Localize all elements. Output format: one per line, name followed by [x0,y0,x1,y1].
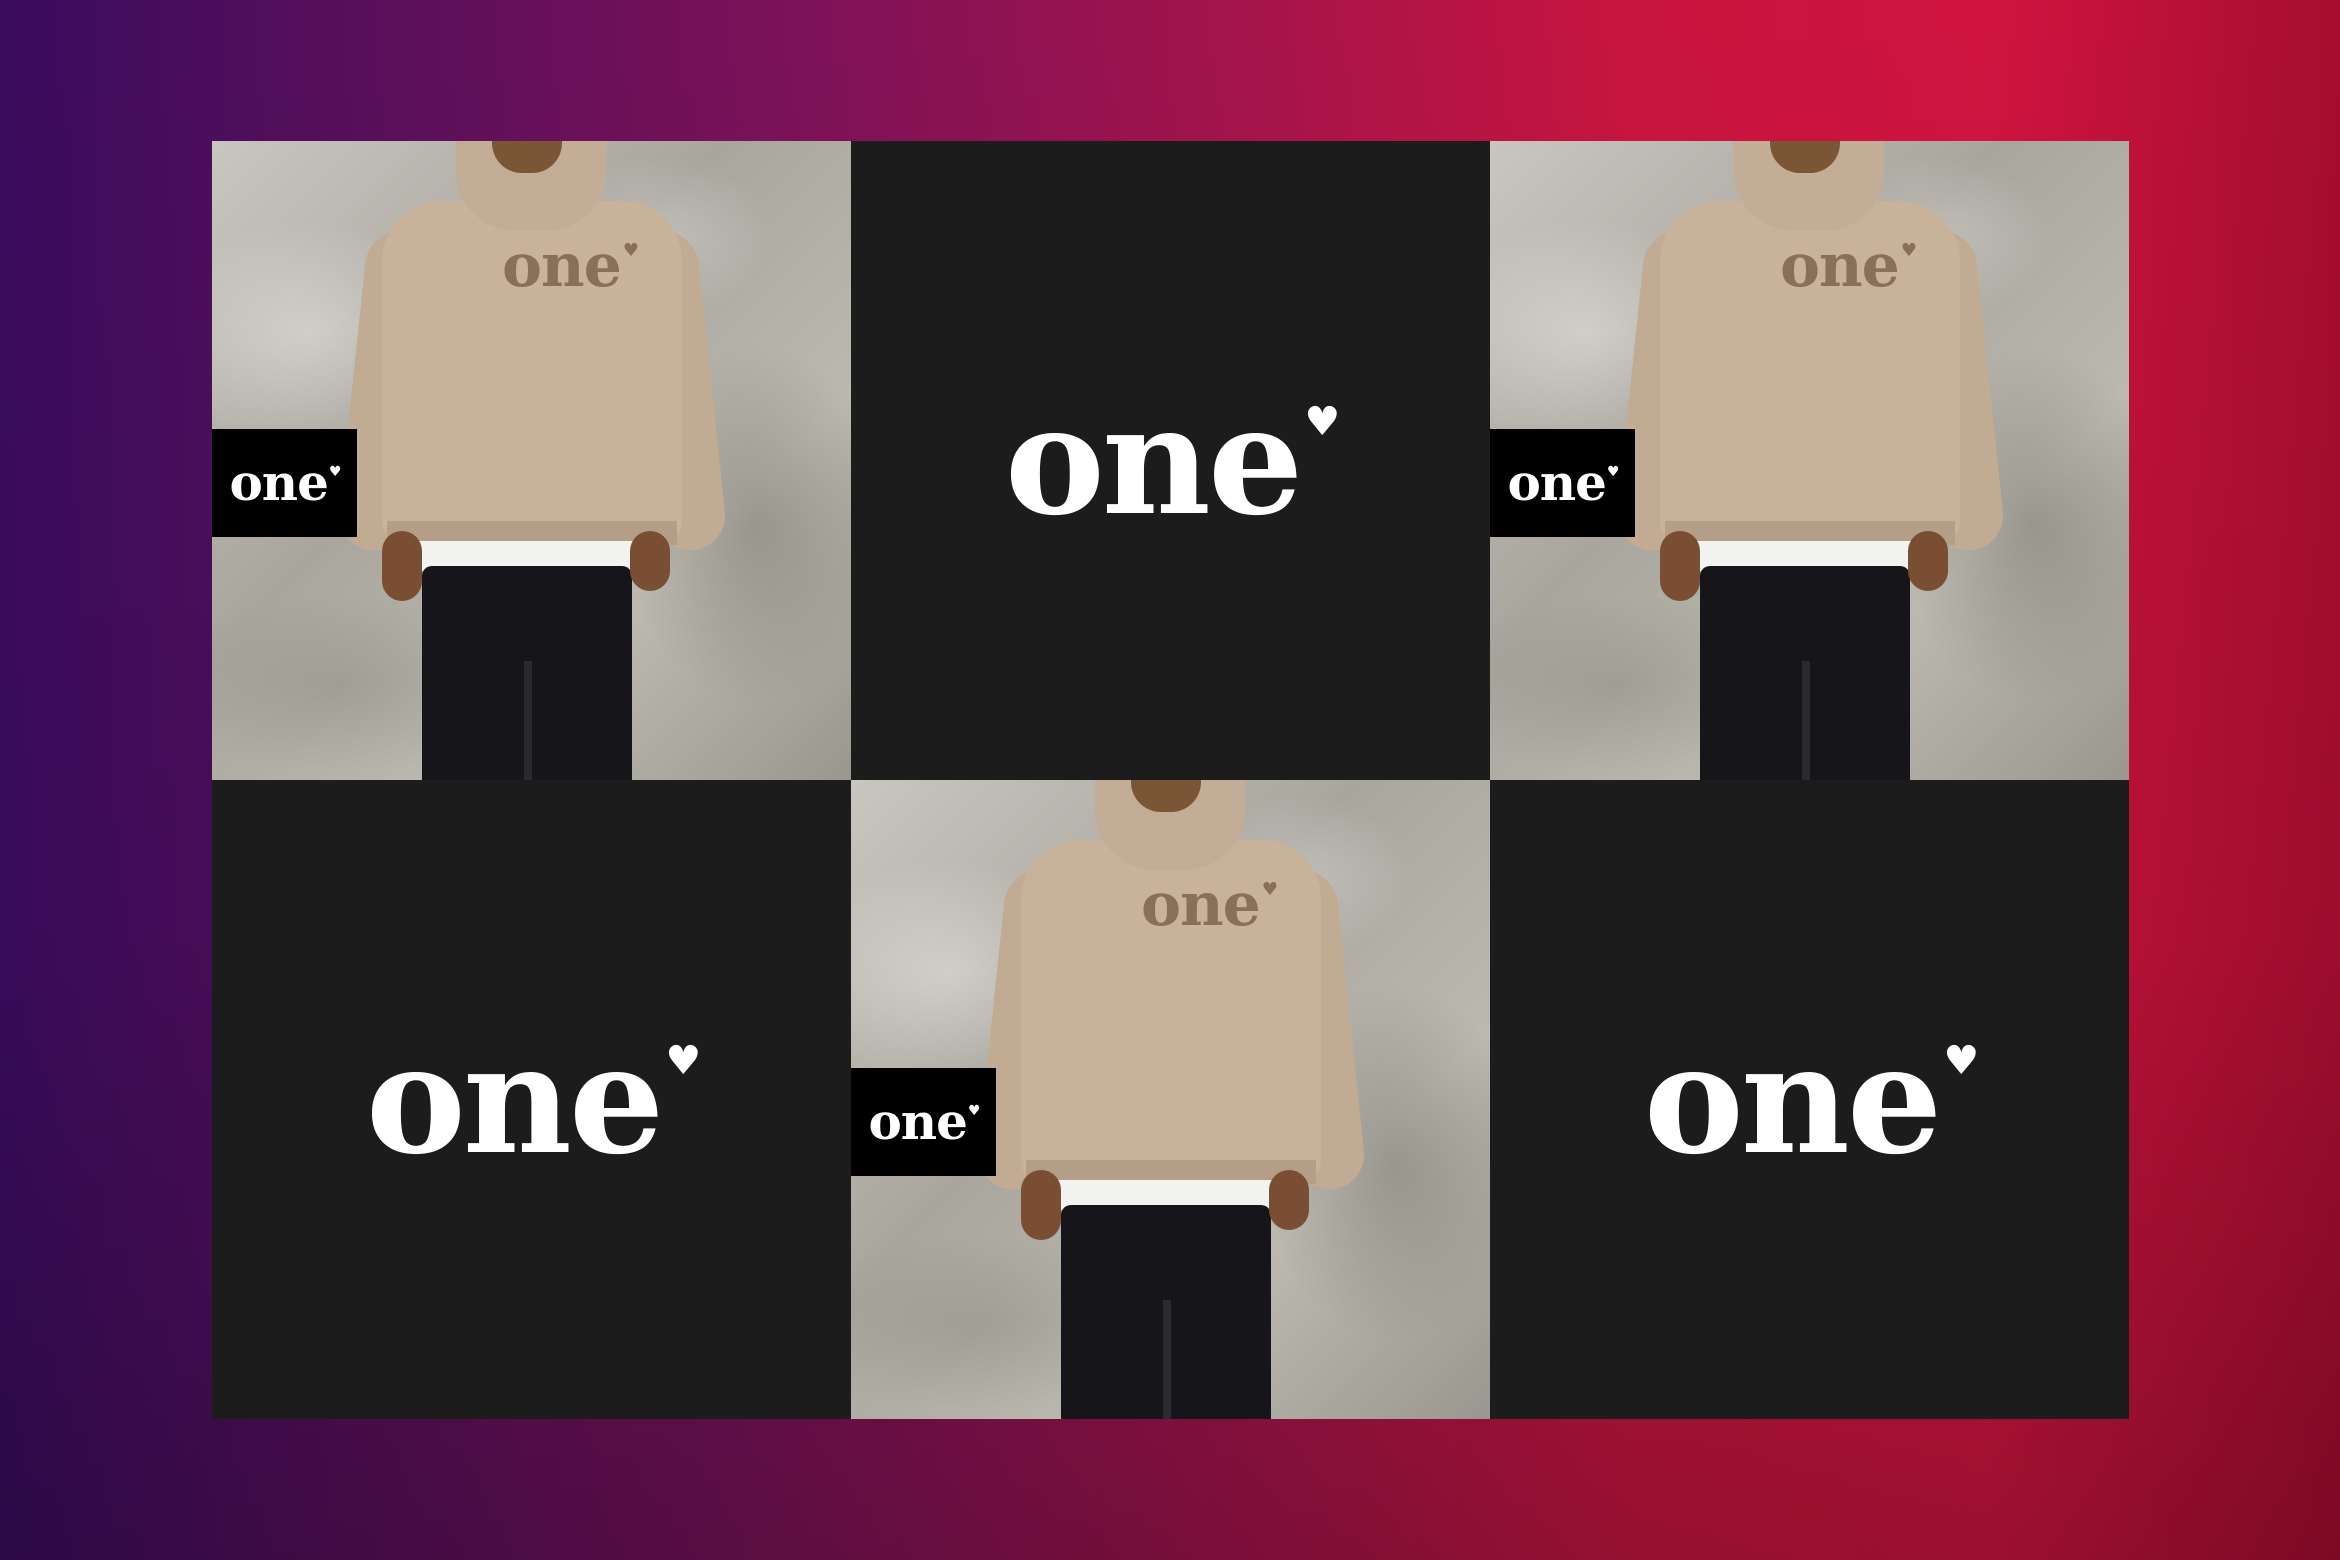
brand-wordmark: one ♥ [1005,386,1340,536]
badge-wordmark: one♥ [868,1097,981,1147]
pants-seam [1802,661,1810,780]
heart-icon: ♥ [665,1036,702,1084]
photo-tile-1: one ♥ one♥ [212,141,851,780]
chest-logo-text: one [1141,870,1261,940]
badge-wordmark: one♥ [1507,458,1620,508]
badge-wordmark: one♥ [229,458,342,508]
wordmark-text: one [1004,372,1304,549]
photo-tile-3: one ♥ one♥ [851,780,1490,1419]
brand-wordmark: one ♥ [366,1025,701,1175]
heart-icon: ♥ [1900,240,1917,261]
chest-logo-text: one [502,231,622,301]
heart-icon: ♥ [328,464,342,480]
chest-logo: one ♥ [502,236,639,296]
brand-wordmark: one ♥ [1644,1025,1979,1175]
left-hand [1660,531,1700,601]
badge-text: one [868,1092,968,1151]
logo-badge: one♥ [851,1068,996,1176]
chest-logo-text: one [1780,231,1900,301]
left-hand [382,531,422,601]
wordmark-text: one [1643,1011,1943,1188]
pants-seam [524,661,532,780]
logo-badge: one♥ [212,429,357,537]
chest-logo: one ♥ [1141,875,1278,935]
right-hand [1269,1170,1309,1230]
wordmark-text: one [365,1011,665,1188]
heart-icon: ♥ [1606,464,1620,480]
logo-tile-1: one ♥ [851,141,1490,780]
right-hand [1908,531,1948,591]
heart-icon: ♥ [1304,397,1341,445]
left-hand [1021,1170,1061,1240]
pants-seam [1163,1300,1171,1419]
logo-badge: one♥ [1490,429,1635,537]
photo-tile-2: one ♥ one♥ [1490,141,2129,780]
right-hand [630,531,670,591]
chest-logo: one ♥ [1780,236,1917,296]
logo-tile-2: one ♥ [212,780,851,1419]
heart-icon: ♥ [1261,879,1278,900]
heart-icon: ♥ [967,1103,981,1119]
badge-text: one [1507,453,1607,512]
heart-icon: ♥ [1943,1036,1980,1084]
tile-grid: one ♥ one♥ one ♥ one ♥ one♥ one ♥ one ♥ … [212,141,2129,1419]
logo-tile-3: one ♥ [1490,780,2129,1419]
badge-text: one [229,453,329,512]
heart-icon: ♥ [622,240,639,261]
